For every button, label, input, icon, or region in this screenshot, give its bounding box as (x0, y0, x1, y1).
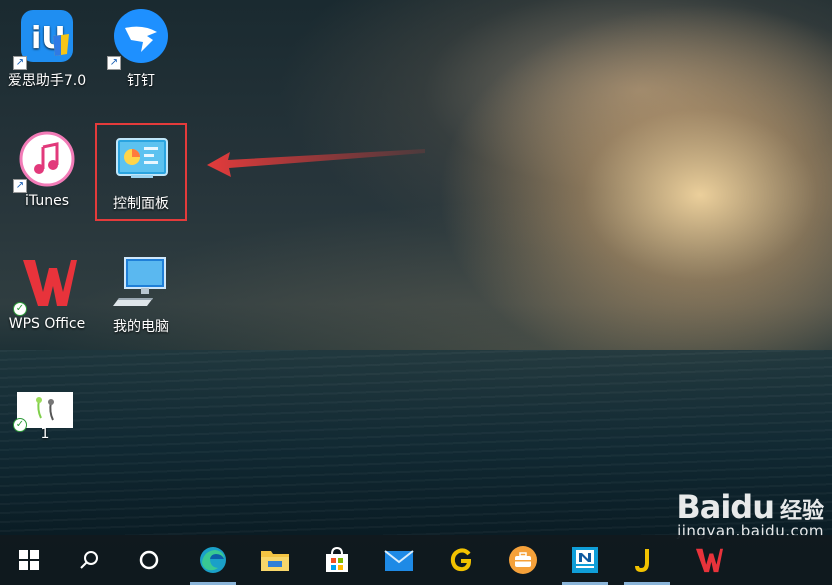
desktop-icon-label: 控制面板 (113, 196, 169, 212)
shortcut-arrow-icon: ↗ (13, 179, 27, 193)
search-icon (80, 551, 98, 569)
news-icon (572, 547, 598, 573)
control-panel-icon (111, 129, 171, 189)
taskbar-store[interactable] (308, 535, 366, 585)
sync-check-icon: ✓ (13, 302, 27, 316)
baidu-jingyan-watermark: Baidu 经验 jingyan.baidu.com (676, 488, 824, 540)
folder-icon (261, 551, 289, 571)
dingtalk-icon: ↗ (107, 6, 171, 70)
desktop-icon-control-panel[interactable]: 控制面板 (96, 129, 186, 213)
watermark-suffix: 经验 (779, 499, 824, 524)
taskbar (0, 535, 832, 585)
desktop-icon-i4[interactable]: iU ↗ 爱思助手7.0 (2, 6, 92, 90)
desktop-icon-label: 我的电脑 (113, 319, 169, 335)
desktop-icon-dingtalk[interactable]: ↗ 钉钉 (96, 6, 186, 90)
taskbar-edge[interactable] (184, 535, 242, 585)
store-icon (326, 546, 348, 572)
desktop-icon-image-1[interactable]: ✓ 1 (0, 380, 90, 442)
i4-icon: iU ↗ (13, 6, 77, 70)
image-file-icon: ✓ (13, 392, 73, 440)
yellow-app-icon (635, 549, 649, 573)
desktop-icon-label: 爱思助手7.0 (7, 73, 87, 89)
taskbar-wps[interactable] (680, 535, 738, 585)
cortana-icon (139, 550, 159, 570)
desktop-icon-this-pc[interactable]: 我的电脑 (96, 252, 186, 336)
computer-icon (111, 252, 171, 312)
edge-icon (200, 547, 226, 573)
itunes-icon: ↗ (13, 129, 77, 193)
desktop-icon-wps[interactable]: ✓ WPS Office (2, 252, 92, 332)
taskbar-mail[interactable] (370, 535, 428, 585)
taskbar-file-explorer[interactable] (246, 535, 304, 585)
wps-icon (695, 548, 723, 573)
cortana-button[interactable] (120, 535, 178, 585)
mail-icon (384, 550, 414, 571)
start-button[interactable] (0, 535, 58, 585)
taskbar-briefcase[interactable] (494, 535, 552, 585)
taskbar-app-g[interactable] (432, 535, 490, 585)
sync-check-icon: ✓ (13, 418, 27, 432)
desktop-icon-label: 钉钉 (127, 73, 155, 89)
briefcase-icon (509, 546, 537, 574)
taskbar-app-yellow[interactable] (618, 535, 676, 585)
windows-icon (19, 550, 39, 570)
desktop-icon-label: iTunes (25, 193, 69, 209)
taskbar-news[interactable] (556, 535, 614, 585)
desktop-icon-label: WPS Office (8, 316, 86, 332)
shortcut-arrow-icon: ↗ (107, 56, 121, 70)
desktop-icon-itunes[interactable]: ↗ iTunes (2, 129, 92, 209)
baidu-logo: Baidu (676, 488, 775, 526)
g-app-icon (450, 548, 472, 572)
shortcut-arrow-icon: ↗ (13, 56, 27, 70)
wps-icon: ✓ (13, 252, 77, 316)
search-button[interactable] (60, 535, 118, 585)
